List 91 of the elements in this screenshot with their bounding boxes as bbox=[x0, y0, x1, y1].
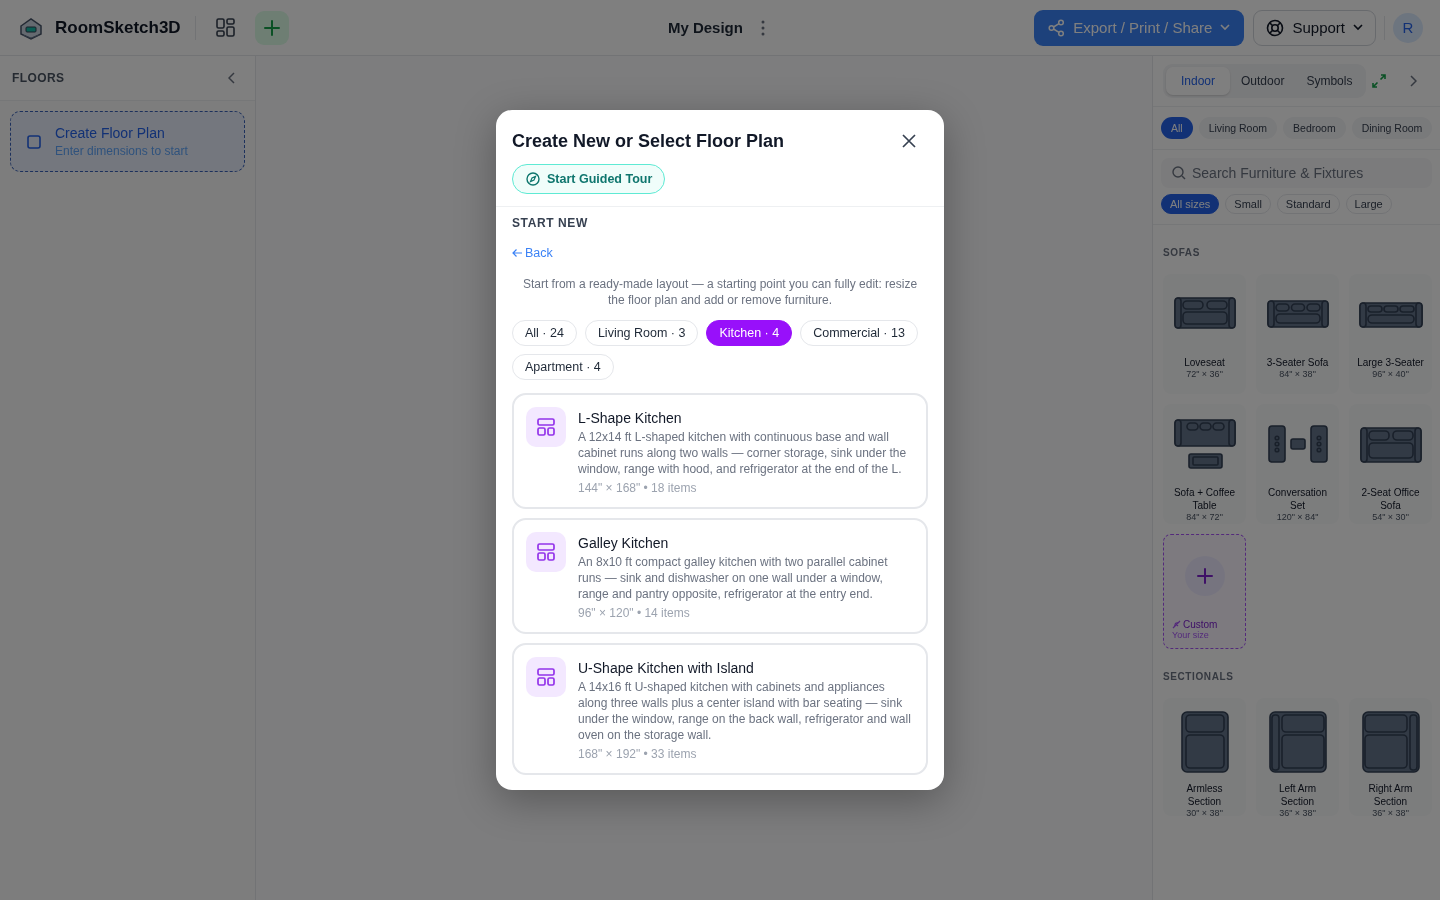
share-icon bbox=[1048, 18, 1066, 37]
search-field[interactable]: Search Furniture & Fixtures bbox=[1161, 158, 1432, 188]
export-button[interactable]: Export / Print / Share bbox=[1034, 9, 1245, 46]
template-meta: 144" × 168" • 18 items bbox=[578, 481, 698, 495]
size-filter[interactable]: Large bbox=[1345, 194, 1392, 214]
filter-chip[interactable]: All · 24 bbox=[512, 320, 577, 346]
tile-label: Large 3-Seater bbox=[1356, 356, 1425, 369]
tile-label: Left Arm Section bbox=[1277, 782, 1318, 808]
category-chip[interactable]: All bbox=[1161, 117, 1193, 139]
template-meta: 96" × 120" • 14 items bbox=[578, 606, 691, 620]
tile-size: 36" × 38" bbox=[1279, 808, 1316, 818]
library-tab[interactable]: Symbols bbox=[1295, 67, 1364, 95]
library-tab[interactable]: Outdoor bbox=[1230, 67, 1296, 95]
floors-heading: FLOORS bbox=[12, 71, 65, 85]
create-floor-card[interactable]: Create Floor Plan Enter dimensions to start bbox=[10, 111, 245, 172]
chevron-right-icon[interactable] bbox=[1410, 75, 1418, 87]
template-title: U-Shape Kitchen with Island bbox=[578, 660, 755, 676]
description: Start from a ready-made layout — a starting point you can fully edit: resize the floor plan and add or remove furniture. bbox=[521, 276, 919, 308]
tile-label: Sofa + Coffee Table bbox=[1172, 486, 1237, 512]
template-description: A 14x16 ft U-shaped kitchen with cabinets and appliances along three walls plus a center island with bar seating — sink under the window, range on the back wall, refrigerator and wall oven on the storage wall. bbox=[578, 679, 912, 743]
lifebuoy-icon bbox=[1266, 18, 1285, 37]
dialog-title: Create New or Select Floor Plan bbox=[512, 130, 785, 152]
plus-icon bbox=[263, 19, 280, 36]
tile-label: Armless Section bbox=[1185, 782, 1224, 808]
more-icon[interactable] bbox=[760, 18, 765, 37]
section-label: START NEW bbox=[512, 216, 589, 230]
support-button[interactable]: Support bbox=[1253, 9, 1376, 46]
section-heading: SOFAS bbox=[1162, 246, 1201, 260]
tile-size: 30" × 38" bbox=[1186, 808, 1223, 818]
tile-size: 96" × 40" bbox=[1372, 369, 1409, 379]
design-title[interactable]: My Design bbox=[667, 19, 743, 36]
sectional-seat-icon bbox=[1179, 710, 1230, 774]
template-card[interactable] bbox=[512, 643, 928, 775]
search-icon bbox=[1172, 166, 1186, 180]
library-tab[interactable]: Indoor bbox=[1166, 67, 1231, 95]
square-icon bbox=[27, 134, 41, 149]
tile-label: Loveseat bbox=[1183, 356, 1226, 369]
tile-label: Custom bbox=[1172, 619, 1218, 630]
layout-icon bbox=[537, 543, 555, 561]
template-title: Galley Kitchen bbox=[578, 535, 670, 551]
wand-icon bbox=[1172, 620, 1181, 629]
size-filter[interactable]: Small bbox=[1225, 194, 1271, 214]
plus-icon bbox=[1184, 556, 1225, 596]
sectional-seat-icon bbox=[1360, 710, 1421, 774]
layout-icon bbox=[537, 418, 555, 436]
tile-size: 84" × 72" bbox=[1186, 512, 1223, 522]
template-title: L-Shape Kitchen bbox=[578, 410, 683, 426]
custom-size-tile[interactable]: Custom Your size bbox=[1163, 534, 1246, 649]
size-filter[interactable]: All sizes bbox=[1161, 194, 1220, 214]
guided-tour-button[interactable]: Start Guided Tour bbox=[512, 164, 666, 194]
tile-label: Conversation Set bbox=[1267, 486, 1328, 512]
tile-label: 3-Seater Sofa bbox=[1265, 356, 1330, 369]
arrow-left-icon bbox=[512, 248, 522, 258]
tile-size: 120" × 84" bbox=[1276, 512, 1319, 522]
category-chip[interactable]: Dining Room bbox=[1351, 117, 1433, 139]
category-chip[interactable]: Living Room bbox=[1198, 117, 1278, 139]
tile-size: 84" × 38" bbox=[1279, 369, 1316, 379]
card-title: Create Floor Plan bbox=[55, 125, 166, 141]
user-avatar[interactable]: R bbox=[1393, 12, 1423, 43]
chevron-down-icon bbox=[1353, 24, 1363, 31]
template-description: A 12x14 ft L-shaped kitchen with continuous base and wall cabinet runs along two walls — corner storage, sink under the window, range with hood, and refrigerator at the end of the L. bbox=[578, 429, 908, 477]
tile-label: Right Arm Section bbox=[1367, 782, 1414, 808]
size-filter[interactable]: Standard bbox=[1276, 194, 1340, 214]
template-card[interactable] bbox=[512, 393, 928, 509]
filter-chip[interactable]: Kitchen · 4 bbox=[706, 320, 793, 346]
expand-icon[interactable] bbox=[1372, 74, 1387, 88]
template-card[interactable] bbox=[512, 518, 928, 634]
layout-icon bbox=[537, 668, 555, 686]
tile-size: 54" × 30" bbox=[1372, 512, 1409, 522]
back-link[interactable]: Back bbox=[512, 246, 553, 260]
compass-icon bbox=[526, 172, 540, 186]
tile-size: Your size bbox=[1172, 630, 1209, 640]
tile-label: 2-Seat Office Sofa bbox=[1360, 486, 1421, 512]
filter-chip[interactable]: Apartment · 4 bbox=[512, 354, 614, 380]
chevron-down-icon bbox=[1220, 24, 1231, 31]
app-name: RoomSketch3D bbox=[55, 17, 181, 38]
layout-grid-icon[interactable] bbox=[215, 18, 235, 37]
filter-chip[interactable]: Commercial · 13 bbox=[800, 320, 918, 346]
close-icon bbox=[902, 134, 916, 148]
category-chip[interactable]: Bedroom bbox=[1283, 117, 1346, 139]
tile-size: 36" × 38" bbox=[1372, 808, 1409, 818]
filter-chip[interactable]: Living Room · 3 bbox=[584, 320, 699, 346]
sectional-seat-icon bbox=[1267, 710, 1328, 774]
collapse-icon[interactable] bbox=[228, 72, 235, 84]
tile-size: 72" × 36" bbox=[1186, 369, 1223, 379]
add-button[interactable] bbox=[254, 10, 289, 45]
template-meta: 168" × 192" • 33 items bbox=[578, 747, 698, 761]
section-heading: SECTIONALS bbox=[1162, 670, 1235, 684]
sofa-table-icon bbox=[1172, 418, 1237, 470]
card-subtitle: Enter dimensions to start bbox=[55, 144, 188, 158]
template-description: An 8x10 ft compact galley kitchen with two parallel cabinet runs — sink and dishwasher on one wall under a window, range and pantry opposite, refrigerator at the entry end. bbox=[578, 554, 889, 602]
